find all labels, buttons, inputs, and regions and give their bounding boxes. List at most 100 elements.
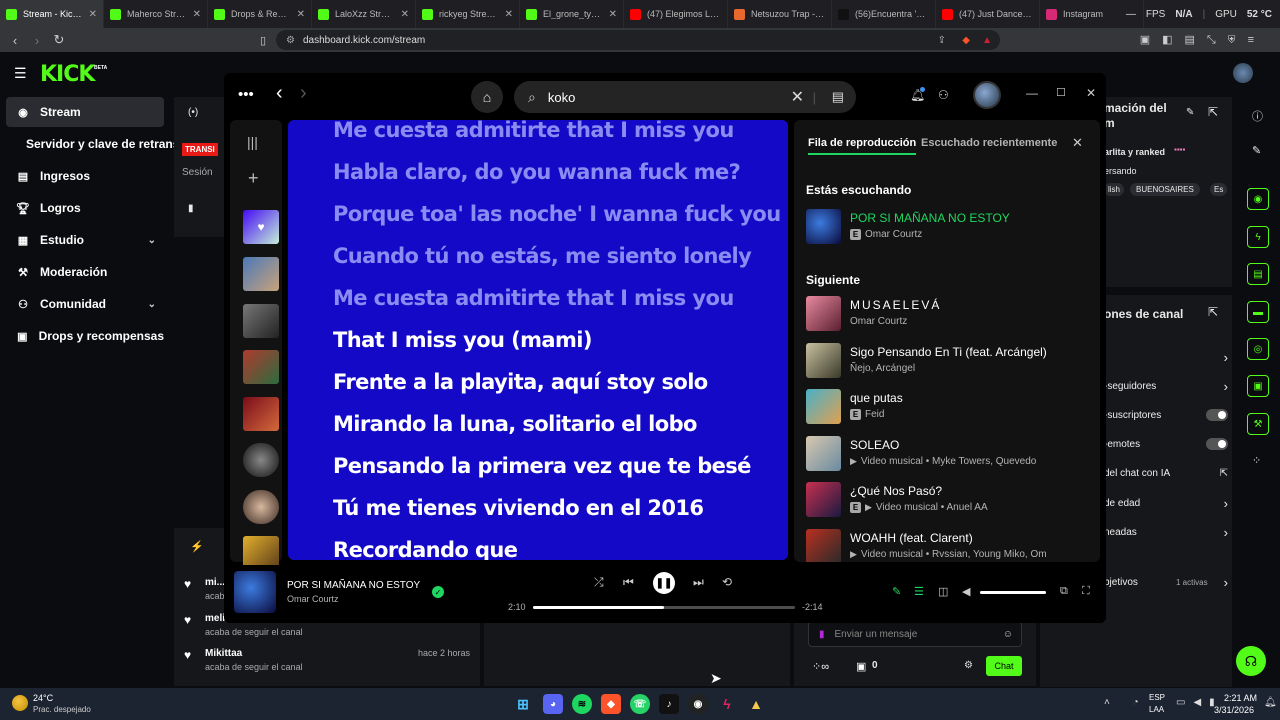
chat-store-icon[interactable]: ▣ xyxy=(856,660,866,673)
spotify-search-input[interactable]: ⌕ koko ✕ | ▤ xyxy=(514,81,856,113)
queue-item[interactable]: WOAHH (feat. Clarent) ▶︎ Video musical • R… xyxy=(806,528,1096,562)
chat-settings-icon[interactable]: ⚙ xyxy=(964,660,973,671)
queue-item[interactable]: ¿Qué Nos Pasó? E ▶︎ Video musical • Anuel A… xyxy=(806,482,1096,520)
tab-title[interactable]: Drops & Rewards I xyxy=(231,9,291,19)
tab-close-icon[interactable]: ✕ xyxy=(505,9,513,20)
queue-icon[interactable]: ☰ xyxy=(914,585,924,598)
rewards-icon[interactable]: ▲ xyxy=(982,35,992,46)
queue-item-artist[interactable]: Video musical • Myke Towers, Quevedo xyxy=(861,456,1036,467)
whatsapp-icon[interactable]: ☏ xyxy=(630,694,650,714)
channel-option-row[interactable]: -seguidores › xyxy=(1104,376,1228,396)
browser-tab[interactable]: (47) Elegimos LA M xyxy=(624,0,728,28)
now-playing-view-icon[interactable]: ✎ xyxy=(892,585,901,598)
browser-tab[interactable]: LaloXzz Stream - W ✕ xyxy=(312,0,416,28)
repeat-icon[interactable]: ⟲ xyxy=(722,575,732,589)
chevron-right-icon[interactable]: › xyxy=(1224,350,1228,365)
channel-option-row[interactable]: neadas › xyxy=(1104,522,1228,542)
channel-option-row[interactable]: -emotes xyxy=(1104,434,1228,454)
external-link-icon[interactable]: ⇱ xyxy=(1220,468,1228,479)
edit-icon[interactable]: ✎ xyxy=(1186,107,1194,118)
toggle-switch[interactable] xyxy=(1206,438,1228,450)
forward-icon[interactable]: › xyxy=(26,33,48,48)
pause-button[interactable]: ❚❚ xyxy=(653,572,675,594)
browser-tab[interactable]: Stream - Kick D ✕ xyxy=(0,0,104,28)
previous-icon[interactable]: ⏮︎ xyxy=(623,575,634,590)
chevron-right-icon[interactable]: › xyxy=(1224,496,1228,511)
now-playing-title[interactable]: POR SI MAÑANA NO ESTOY xyxy=(850,211,1010,225)
tiktok-icon[interactable]: ♪ xyxy=(659,694,679,714)
channel-option-row[interactable]: › xyxy=(1104,347,1228,367)
player-title[interactable]: POR SI MAÑANA NO ESTOY xyxy=(287,580,420,591)
brave-shield-icon[interactable]: ◆ xyxy=(962,35,970,46)
create-playlist-icon[interactable]: + xyxy=(248,168,259,189)
next-icon[interactable]: ⏭︎ xyxy=(693,575,704,590)
tab-close-icon[interactable]: ✕ xyxy=(609,9,617,20)
now-playing-item[interactable]: POR SI MAÑANA NO ESTOY E Omar Courtz xyxy=(806,209,1096,247)
weather-text[interactable]: Prac. despejado xyxy=(33,705,91,714)
queue-close-icon[interactable]: ✕ xyxy=(1072,135,1083,151)
feed-username[interactable]: mi... xyxy=(205,577,225,588)
chevron-right-icon[interactable]: › xyxy=(1224,525,1228,540)
library-icon[interactable]: ||| xyxy=(247,134,258,150)
url-text[interactable]: dashboard.kick.com/stream xyxy=(303,35,425,46)
lyric-line[interactable]: That I miss you (mami) xyxy=(333,328,592,352)
playlist-thumb[interactable] xyxy=(243,397,279,431)
queue-item-title[interactable]: MUSAELEVÁ xyxy=(850,298,941,312)
rail-clipboard-icon[interactable]: ▤ xyxy=(1247,263,1269,285)
connect-device-icon[interactable]: ◫ xyxy=(938,585,948,598)
tab-title[interactable]: (47) Just Dance 201 xyxy=(959,9,1033,19)
queue-item[interactable]: que putas E Feid xyxy=(806,389,1096,427)
address-bar[interactable]: ⚙ dashboard.kick.com/stream ⇪ ◆ ▲ xyxy=(276,30,1000,50)
rail-broadcast-icon[interactable]: ◎ xyxy=(1247,338,1269,360)
system-tray-icons[interactable]: ˄ ◔ xyxy=(1104,697,1149,708)
sidebar-item[interactable]: Servidor y clave de retransmisión xyxy=(6,129,218,159)
queue-item-title[interactable]: ¿Qué Nos Pasó? xyxy=(850,484,942,498)
browser-tab[interactable]: (47) Just Dance 201 xyxy=(936,0,1040,28)
toggle-switch[interactable] xyxy=(1206,409,1228,421)
app-red-icon[interactable]: ϟ xyxy=(717,694,737,714)
tab-close-icon[interactable]: ✕ xyxy=(193,9,201,20)
app-yellow-icon[interactable]: ▲ xyxy=(746,694,766,714)
kick-logo[interactable]: KICK xyxy=(40,62,95,87)
shuffle-icon[interactable]: ⤮ xyxy=(594,575,604,590)
liked-songs-thumb[interactable]: ♥ xyxy=(243,210,279,244)
external-link-icon[interactable]: ⇱ xyxy=(1208,305,1218,319)
bookmark-icon[interactable]: ▯ xyxy=(252,34,274,47)
chevron-right-icon[interactable]: › xyxy=(1224,379,1228,394)
queue-item[interactable]: MUSAELEVÁ Omar Courtz xyxy=(806,296,1096,334)
rail-wrench-icon[interactable]: ⚒ xyxy=(1247,413,1269,435)
clock-time[interactable]: 2:21 AM xyxy=(1224,693,1257,703)
chat-send-button[interactable]: Chat xyxy=(986,656,1022,676)
tag-chip[interactable]: lish xyxy=(1104,183,1125,196)
window-close-icon[interactable]: ✕ xyxy=(1086,86,1096,100)
player-cover[interactable] xyxy=(234,571,276,613)
tab-title[interactable]: (56)Encuentra 'clase xyxy=(855,9,929,19)
hamburger-menu-icon[interactable]: ☰ xyxy=(14,65,27,82)
browser-tab[interactable]: Drops & Rewards I ✕ xyxy=(208,0,312,28)
queue-item[interactable]: Sigo Pensando En Ti (feat. Arcángel) Ñejo… xyxy=(806,342,1096,381)
start-icon[interactable]: ⊞ xyxy=(513,694,533,714)
pencil-icon[interactable]: ✎ xyxy=(1252,144,1261,157)
external-link-icon[interactable]: ⇱ xyxy=(1208,105,1218,119)
tag-chip[interactable]: BUENOSAIRES xyxy=(1130,183,1200,196)
artist-thumb[interactable] xyxy=(243,490,279,524)
browse-icon[interactable]: ▤ xyxy=(832,89,844,105)
reload-icon[interactable]: ↻ xyxy=(48,32,70,48)
channel-option-row[interactable]: de edad › xyxy=(1104,493,1228,513)
obs-icon[interactable]: ◉ xyxy=(688,694,708,714)
discord-icon[interactable]: ◕ xyxy=(543,694,563,714)
miniplayer-icon[interactable]: ⧉ xyxy=(1060,585,1068,598)
language-top[interactable]: ESP xyxy=(1149,693,1165,702)
tag-chip[interactable]: Es xyxy=(1210,183,1228,196)
lyric-line[interactable]: Tú me tienes viviendo en el 2016 xyxy=(333,496,704,520)
tab-title[interactable]: LaloXzz Stream - W xyxy=(335,9,395,19)
tab-title[interactable]: Maherco Stream - W xyxy=(127,9,187,19)
sidebar-item[interactable]: ▦ Estudio ⌄ xyxy=(6,225,164,255)
window-minimize-icon[interactable]: — xyxy=(1026,86,1038,100)
tab-close-icon[interactable]: ✕ xyxy=(89,9,97,20)
spotify-back-icon[interactable]: ‹ xyxy=(276,82,283,105)
feed-username[interactable]: meli xyxy=(205,613,225,624)
rail-camera-icon[interactable]: ◉ xyxy=(1247,188,1269,210)
friends-activity-icon[interactable]: ⚇ xyxy=(938,88,949,102)
playlist-thumb[interactable] xyxy=(243,350,279,384)
